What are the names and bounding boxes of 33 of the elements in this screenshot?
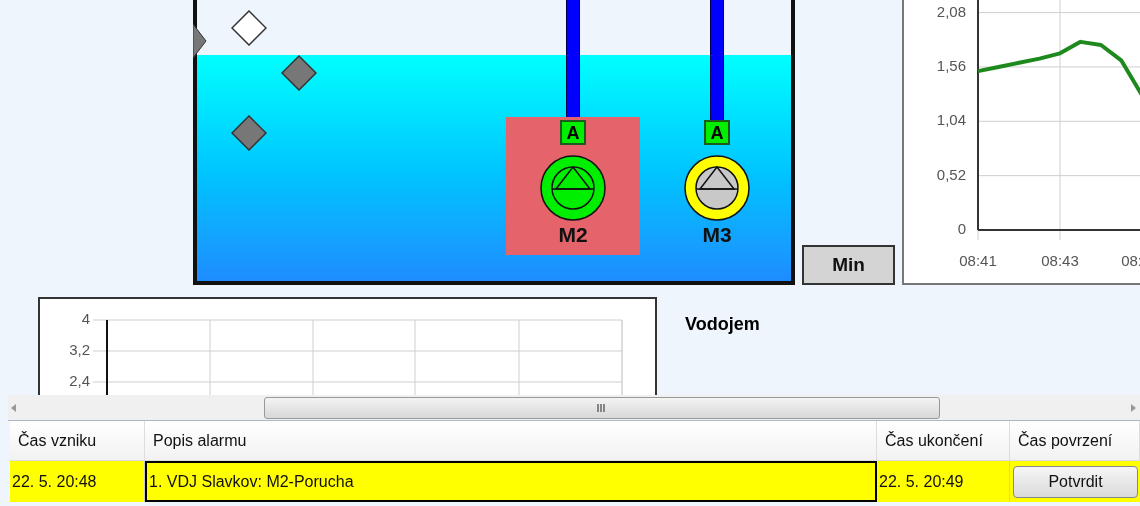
y-tick-label: 1,04 — [936, 111, 966, 129]
scroll-right-icon[interactable] — [1128, 401, 1138, 414]
y-tick-label: 3,2 — [69, 340, 90, 358]
confirm-button[interactable]: Potvrdit — [1013, 465, 1138, 498]
pump-icon[interactable] — [539, 154, 607, 222]
y-tick-label: 2,08 — [936, 2, 966, 20]
scrollbar-thumb[interactable] — [264, 396, 940, 419]
table-cell: 1. VDJ Slavkov: M2-Porucha — [145, 461, 877, 502]
y-tick-label: 4 — [81, 309, 90, 327]
y-tick-label: 2,4 — [69, 371, 90, 389]
table-cell: 22. 5. 20:48 — [10, 461, 145, 502]
section-title: Vodojem — [685, 313, 760, 336]
alarm-row[interactable]: 22. 5. 20:48 1. VDJ Slavkov: M2-Porucha 22. 5. 20:49 Potvrdit — [10, 461, 1140, 502]
pump-label: M2 — [558, 224, 588, 245]
x-tick-label: 08: — [1121, 251, 1140, 269]
y-tick-label: 0 — [957, 219, 966, 237]
x-tick-label: 08:41 — [959, 251, 997, 269]
x-tick-label: 08:43 — [1041, 251, 1079, 269]
table-cell: 22. 5. 20:49 — [877, 461, 1010, 502]
column-header[interactable]: Čas ukončení — [877, 421, 1010, 460]
mode-badge: A — [704, 120, 730, 145]
horizontal-scrollbar[interactable] — [8, 395, 1140, 421]
column-header[interactable]: Čas vzniku — [10, 421, 145, 460]
scroll-left-icon[interactable] — [9, 401, 19, 414]
y-tick-label: 0,52 — [936, 165, 966, 183]
min-button[interactable]: Min — [802, 245, 895, 285]
y-tick-label: 1,56 — [936, 56, 966, 74]
column-header[interactable]: Čas povrzení — [1010, 421, 1140, 460]
mode-badge: A — [560, 120, 586, 145]
pump-icon[interactable] — [683, 154, 751, 222]
grip-icon — [597, 402, 607, 413]
pump-label: M3 — [702, 224, 732, 245]
column-header[interactable]: Popis alarmu — [145, 421, 877, 460]
